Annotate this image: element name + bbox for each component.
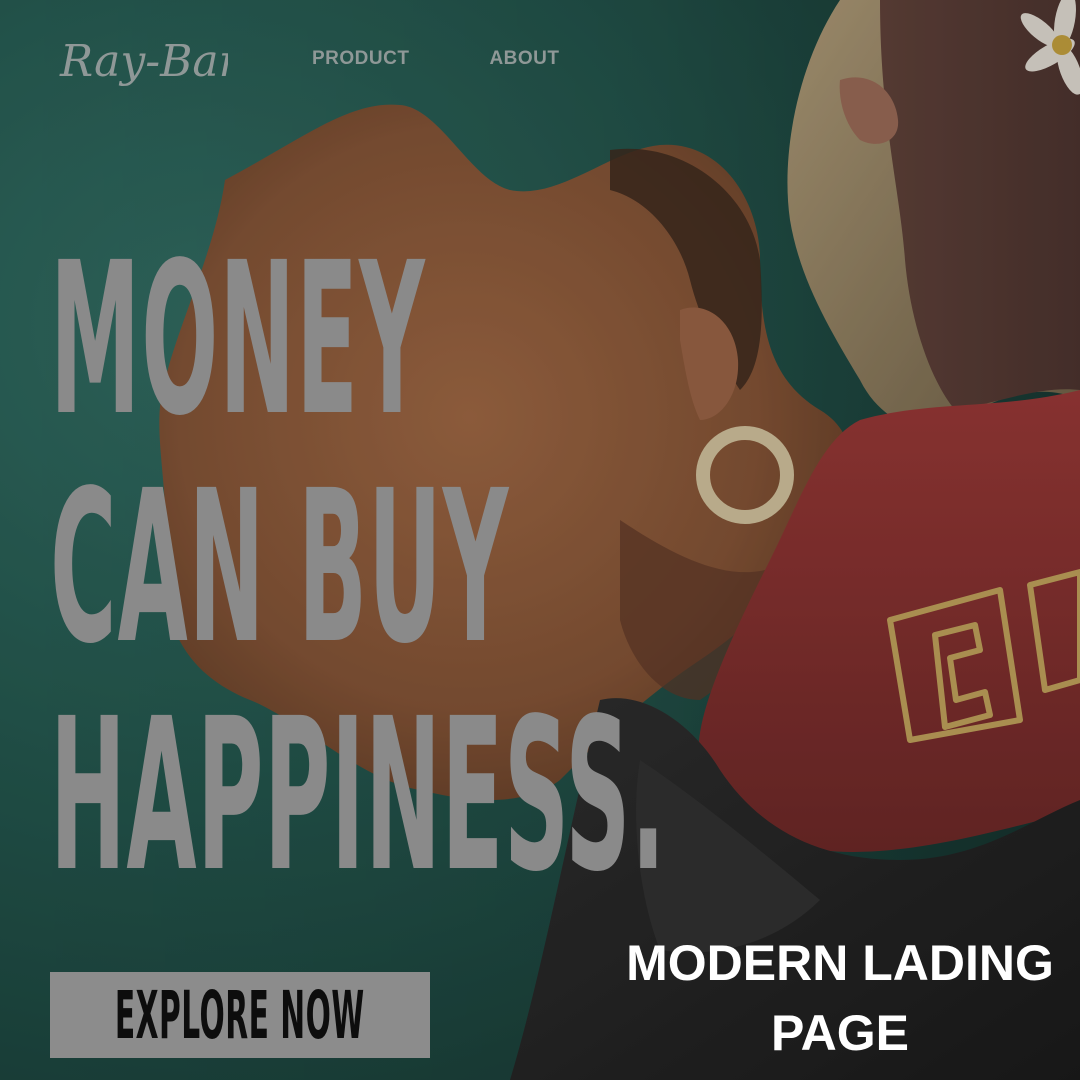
caption-line-2: PAGE	[771, 1005, 909, 1061]
svg-text:Ray-Ban: Ray-Ban	[59, 36, 228, 87]
headline-line-3: HAPPINESS.	[50, 682, 665, 910]
landing-page: Ray-Ban PRODUCT ABOUT MONEY CAN BUY HAPP…	[0, 0, 1080, 1080]
explore-now-button[interactable]: EXPLORE NOW	[50, 972, 430, 1058]
explore-now-label: EXPLORE NOW	[115, 976, 365, 1054]
headline-line-2: CAN BUY	[50, 445, 510, 690]
headline-line-1: MONEY	[50, 217, 426, 462]
caption-line-1: MODERN LADING	[626, 935, 1054, 991]
hero-headline: MONEY CAN BUY HAPPINESS.	[50, 217, 665, 910]
rayban-wordmark-logo[interactable]: Ray-Ban	[58, 20, 228, 104]
caption-text: MODERN LADING PAGE	[600, 928, 1080, 1068]
main-nav: PRODUCT ABOUT	[312, 48, 560, 70]
nav-link-product[interactable]: PRODUCT	[312, 48, 409, 70]
nav-link-about[interactable]: ABOUT	[489, 48, 559, 70]
